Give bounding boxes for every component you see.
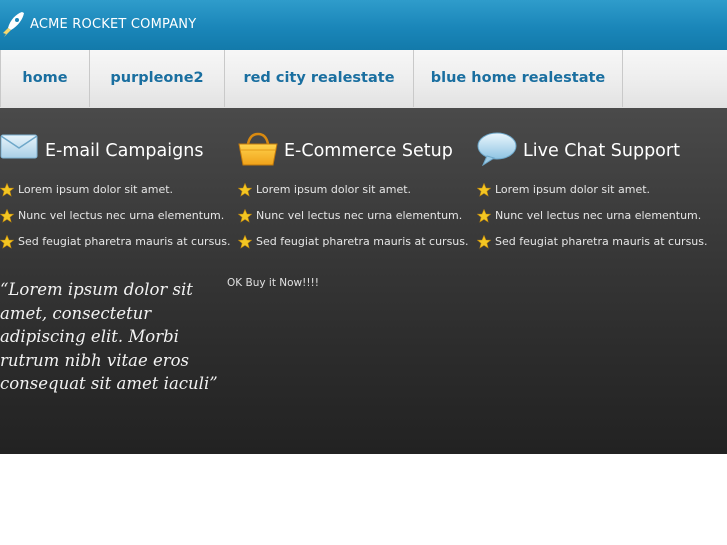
list-item-text: Lorem ipsum dolor sit amet. — [18, 183, 174, 196]
testimonial-quote: “Lorem ipsum dolor sit amet, consectetur… — [0, 280, 218, 393]
list-item-text: Nunc vel lectus nec urna elementum. — [495, 209, 702, 222]
list-item-text: Sed feugiat pharetra mauris at cursus. — [256, 235, 469, 248]
speech-bubble-icon — [477, 132, 517, 166]
feature-title: E-Commerce Setup — [284, 141, 453, 161]
site-header: ACME ROCKET COMPANY — [0, 0, 727, 50]
features-section: E-mail Campaigns Lorem ipsum dolor sit a… — [0, 108, 727, 454]
shopping-basket-icon — [238, 132, 278, 166]
nav-item-purpleone2[interactable]: purpleone2 — [89, 50, 224, 107]
star-icon — [477, 209, 491, 223]
main-navigation: home purpleone2 red city realestate blue… — [0, 50, 727, 109]
feature-title: Live Chat Support — [523, 141, 680, 161]
buy-now-text: OK Buy it Now!!!! — [227, 277, 319, 289]
nav-item-red-city-realestate[interactable]: red city realestate — [224, 50, 413, 107]
brand-name[interactable]: ACME ROCKET COMPANY — [30, 17, 196, 32]
list-item-text: Lorem ipsum dolor sit amet. — [495, 183, 651, 196]
star-icon — [0, 183, 14, 197]
star-icon — [0, 209, 14, 223]
star-icon — [238, 209, 252, 223]
list-item-text: Nunc vel lectus nec urna elementum. — [18, 209, 225, 222]
nav-item-blue-home-realestate[interactable]: blue home realestate — [413, 50, 623, 107]
star-icon — [0, 235, 14, 249]
star-icon — [477, 183, 491, 197]
list-item-text: Sed feugiat pharetra mauris at cursus. — [18, 235, 231, 248]
nav-item-home[interactable]: home — [0, 50, 89, 107]
list-item-text: Nunc vel lectus nec urna elementum. — [256, 209, 463, 222]
star-icon — [238, 183, 252, 197]
star-icon — [238, 235, 252, 249]
list-item-text: Lorem ipsum dolor sit amet. — [256, 183, 412, 196]
rocket-icon — [3, 12, 24, 37]
feature-title: E-mail Campaigns — [45, 141, 204, 161]
list-item-text: Sed feugiat pharetra mauris at cursus. — [495, 235, 708, 248]
envelope-icon — [0, 134, 38, 159]
star-icon — [477, 235, 491, 249]
